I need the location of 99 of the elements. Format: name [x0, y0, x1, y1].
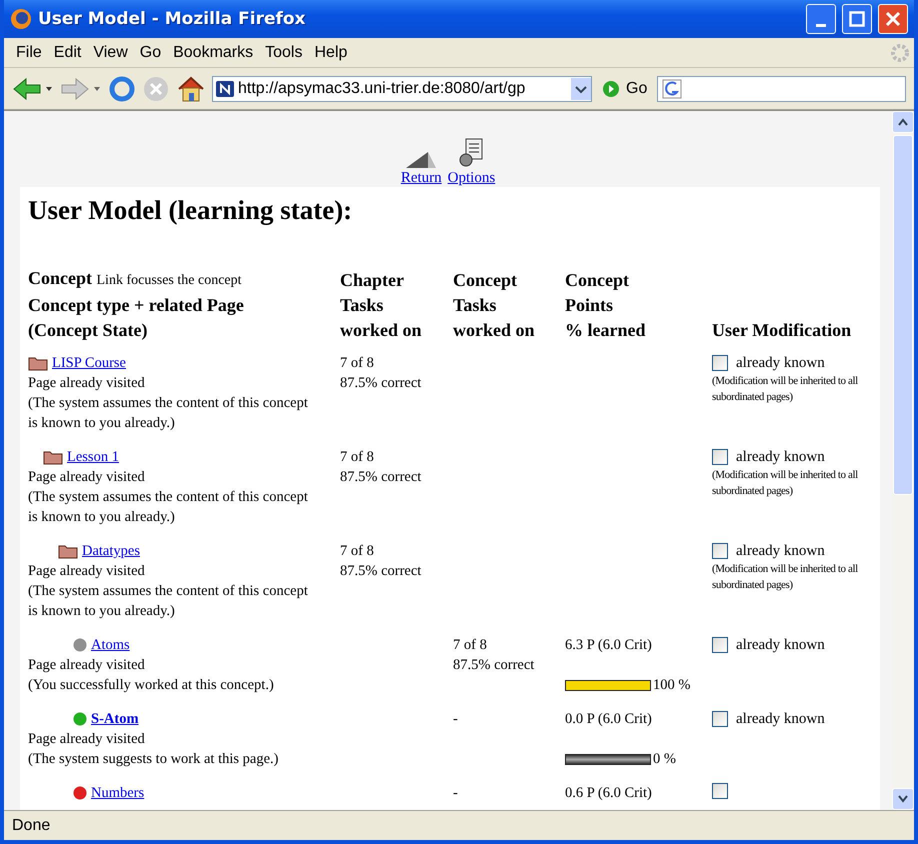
column-header: Concept — [453, 269, 518, 292]
menu-item[interactable]: Help — [308, 44, 354, 62]
page-link[interactable]: Return — [400, 129, 442, 187]
progress-reading: 100 % — [653, 676, 690, 695]
maximize-button[interactable] — [842, 4, 872, 34]
home-button[interactable] — [176, 74, 206, 102]
table-cell-text: 7 of 8 — [340, 542, 375, 561]
column-header: Concept — [28, 268, 92, 288]
site-icon — [216, 80, 234, 96]
page-link[interactable]: Options — [448, 129, 496, 187]
inheritance-note: (Modification will be inherited to all subordinated pages) — [712, 562, 859, 593]
reload-button[interactable] — [108, 74, 136, 102]
address-field[interactable]: http://apsymac33.uni-trier.de:8080/art/gp — [212, 76, 592, 102]
concept-note: (The system assumes the content of this concept is known to you already.) — [28, 488, 309, 527]
browser-logo-icon — [10, 8, 32, 30]
checkbox-label: already known — [736, 448, 825, 467]
menu-item[interactable]: Tools — [259, 44, 308, 62]
checkbox[interactable] — [712, 355, 728, 371]
maximize-icon — [849, 11, 865, 27]
points-value: 0.0 P (6.0 Crit) — [565, 710, 653, 729]
minimize-button[interactable] — [806, 4, 836, 34]
table-cell-text: 7 of 8 — [340, 448, 375, 467]
caret-down-icon — [898, 795, 908, 803]
back-button[interactable] — [12, 76, 54, 100]
play-icon — [602, 80, 620, 98]
close-button[interactable] — [878, 4, 908, 34]
progress-reading: 0 % — [653, 750, 676, 769]
checkbox-label: already known — [736, 354, 825, 373]
minimize-icon — [816, 24, 826, 26]
menu-item[interactable]: File — [10, 44, 48, 62]
checkbox-label: already known — [736, 636, 825, 655]
checkbox-label: already known — [736, 710, 825, 729]
scrollbar-thumb[interactable] — [893, 135, 913, 495]
column-hint: Link focusses the concept — [96, 273, 242, 288]
concept-status: Page already visited — [28, 468, 146, 487]
checkbox[interactable] — [712, 543, 728, 559]
status-bar: Done — [4, 810, 914, 840]
column-header: User Modification — [712, 319, 852, 342]
concept-link[interactable]: Datatypes — [82, 541, 140, 561]
column-header: Concept type + related Page — [28, 294, 245, 317]
concept-note: (The system assumes the content of this concept is known to you already.) — [28, 582, 309, 621]
column-header: Concept — [565, 269, 630, 292]
dropdown-icon[interactable] — [571, 78, 591, 100]
search-engine-icon — [662, 78, 682, 98]
table-cell-text: 7 of 8 — [340, 354, 375, 373]
page-heading: User Model (learning state): — [28, 195, 354, 226]
settings-icon — [459, 138, 484, 168]
table-cell-text: 7 of 8 — [453, 636, 488, 655]
concept-note: (The system assumes the content of this concept is known to you already.) — [28, 394, 309, 433]
window-title: User Model - Mozilla Firefox — [38, 9, 307, 29]
concept-link[interactable]: Atoms — [91, 635, 130, 655]
concept-link[interactable]: S-Atom — [91, 709, 139, 729]
column-header: (Concept State) — [28, 319, 148, 342]
table-cell-text: 87.5% correct — [453, 656, 536, 675]
checkbox[interactable] — [712, 449, 728, 465]
concept-note: (You successfully worked at this concept.) — [28, 676, 275, 695]
checkbox-label: already known — [736, 542, 825, 561]
points-value: 0.6 P (6.0 Crit) — [565, 784, 653, 803]
concept-status: Page already visited — [28, 730, 146, 749]
menu-item[interactable]: Edit — [48, 44, 88, 62]
concept-status: Page already visited — [28, 562, 146, 581]
inheritance-note: (Modification will be inherited to all subordinated pages) — [712, 374, 859, 405]
search-field[interactable] — [657, 76, 906, 102]
close-icon — [885, 11, 901, 27]
points-value: 6.3 P (6.0 Crit) — [565, 636, 653, 655]
triangle-icon — [406, 152, 436, 168]
menu-item[interactable]: Go — [134, 44, 168, 62]
column-header: Points — [565, 294, 614, 317]
table-cell-text: - — [453, 710, 459, 729]
column-header: Tasks — [340, 294, 384, 317]
scroll-up-button[interactable] — [892, 111, 914, 133]
checkbox[interactable] — [712, 637, 728, 653]
folder-icon — [28, 356, 48, 370]
table-cell-text: - — [453, 784, 459, 803]
inheritance-note: (Modification will be inherited to all subordinated pages) — [712, 468, 859, 499]
checkbox[interactable] — [712, 711, 728, 727]
concept-status: Page already visited — [28, 656, 146, 675]
concept-link[interactable]: LISP Course — [52, 353, 126, 373]
caret-up-icon — [898, 118, 908, 126]
column-header: Chapter — [340, 269, 405, 292]
column-header: worked on — [340, 319, 423, 342]
column-header: % learned — [565, 319, 646, 342]
table-cell-text: 87.5% correct — [340, 468, 422, 487]
folder-icon — [58, 544, 78, 558]
throbber-icon — [890, 42, 910, 62]
menu-item[interactable]: Bookmarks — [167, 44, 260, 62]
table-cell-text: 87.5% correct — [340, 562, 422, 581]
concept-link[interactable]: Lesson 1 — [67, 447, 119, 467]
column-header: Tasks — [453, 294, 498, 317]
menu-item[interactable]: View — [87, 44, 134, 62]
concept-note: (The system suggests to work at this page.) — [28, 750, 280, 769]
table-cell-text: 87.5% correct — [340, 374, 422, 393]
concept-status: Page already visited — [28, 374, 146, 393]
scroll-down-button[interactable] — [892, 788, 914, 810]
checkbox[interactable] — [712, 783, 728, 799]
column-header: worked on — [453, 319, 536, 342]
folder-icon — [43, 450, 63, 464]
concept-link[interactable]: Numbers — [91, 783, 144, 803]
go-button[interactable]: Go — [598, 80, 652, 98]
